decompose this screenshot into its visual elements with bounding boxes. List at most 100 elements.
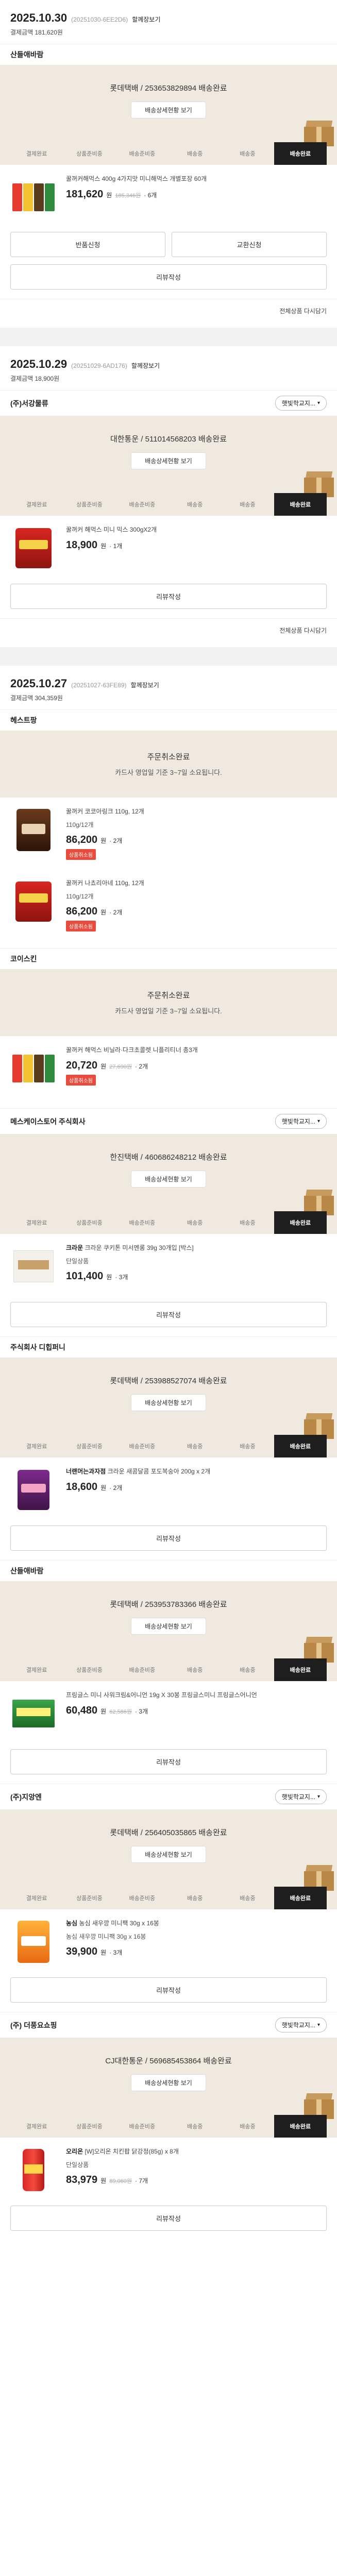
product-image[interactable] [10, 1690, 57, 1737]
order-item[interactable]: 오리온 [W]오리온 치킨팝 닭강정(85g) x 8개 단일상품 83,979 원 8… [0, 2138, 337, 2202]
product-image[interactable] [10, 1045, 57, 1092]
order-item[interactable]: 꿀꺼커 해먹스 미니 믹스 300gX2개 18,900 원 · 1개 [0, 516, 337, 581]
share-chip[interactable]: 햇빛학교지... ▾ [275, 1789, 327, 1804]
product-image[interactable] [10, 174, 57, 221]
track-delivery-button[interactable]: 배송상세현황 보기 [131, 1846, 206, 1863]
item-name[interactable]: 꿀꺼커 코코아링크 110g, 12개 [66, 807, 327, 816]
order-item[interactable]: 농심 농심 새우깡 미니팩 30g x 16봉농심 새우깡 미니팩 30g x … [0, 1909, 337, 1974]
track-delivery-button[interactable]: 배송상세현황 보기 [131, 452, 206, 469]
write-review-button[interactable]: 리뷰작성 [10, 584, 327, 609]
order-detail-link[interactable]: 할께장보기 [131, 681, 159, 689]
item-info: 꿀꺼커해먹스 400g 4가지맛 미니해먹스 개별포장 60개 181,620 원 1… [66, 174, 327, 221]
product-image[interactable] [10, 1467, 57, 1513]
order-detail-link[interactable]: 할께장보기 [131, 361, 160, 370]
currency-unit: 원 [100, 1708, 107, 1715]
item-name[interactable]: 오리온 [W]오리온 치킨팝 닭강정(85g) x 8개 [66, 2147, 327, 2156]
reorder-all-link[interactable]: 전체상품 다시담기 [0, 299, 337, 328]
share-chip[interactable]: 햇빛학교지... ▾ [275, 2018, 327, 2032]
product-image[interactable] [10, 807, 57, 853]
item-name[interactable]: 꿀꺼커 해먹스 미니 믹스 300gX2개 [66, 525, 327, 534]
action-button-row: 반품신청 교환신청 [0, 230, 337, 261]
shipping-step: 상품준비중 [76, 1444, 103, 1450]
item-title: 꿀꺼커해먹스 400g 4가지맛 미니해먹스 개별포장 60개 [66, 175, 207, 182]
order-history-page: 2025.10.30 (20251030-6EE2D6) 할께장보기 결제금액 181… [0, 0, 337, 2231]
product-image[interactable] [10, 1243, 57, 1290]
order-item[interactable]: 꿀꺼커 코코아링크 110g, 12개 110g/12개 86,200 원 · 2개 상품… [0, 798, 337, 869]
currency-unit: 원 [106, 1274, 112, 1281]
product-image[interactable] [10, 878, 57, 925]
order-item[interactable]: 크라운 크라운 쿠키톤 미서멘롱 39g 30개입 [박스] 단일상품 101,40… [0, 1234, 337, 1299]
order-item[interactable]: 꿀꺼커해먹스 400g 4가지맛 미니해먹스 개별포장 60개 181,620 원 1… [0, 165, 337, 230]
item-name[interactable]: 꿀꺼커해먹스 400g 4가지맛 미니해먹스 개별포장 60개 [66, 174, 327, 183]
seller-row: 메스케이스토어 주식회사 햇빛학교지... ▾ [0, 1108, 337, 1134]
item-option: 110g/12개 [66, 821, 94, 828]
item-title: 꿀꺼커 나쵸리아네 110g, 12개 [66, 879, 144, 887]
seller-name[interactable]: 메스케이스토어 주식회사 [10, 1116, 86, 1127]
share-chip[interactable]: 햇빛학교지... ▾ [275, 1114, 327, 1129]
share-chip[interactable]: 햇빛학교지... ▾ [275, 396, 327, 411]
price-line: 86,200 원 · 2개 [66, 906, 327, 918]
seller-row: 코이스킨 [0, 948, 337, 969]
write-review-button[interactable]: 리뷰작성 [10, 1977, 327, 2003]
shipping-step: 배송중 [187, 1667, 203, 1673]
item-name[interactable]: 꿀꺼커 해먹스 비닐라·다크초콜렛 니플리티너 총3개 [66, 1045, 327, 1055]
product-image[interactable] [10, 1919, 57, 1965]
item-price: 86,200 [66, 834, 98, 845]
shipping-steps: 결제완료 상품준비중 배송준비중 배송중 배송중 배송완료 [10, 1658, 327, 1681]
shipping-step: 배송완료 [274, 1211, 327, 1234]
item-title: 크라운 쿠키톤 미서멘롱 39g 30개입 [박스] [85, 1244, 194, 1251]
track-delivery-button[interactable]: 배송상세현황 보기 [131, 101, 206, 118]
shipping-status: 주문취소완료 [147, 991, 190, 1000]
shipping-step: 결제완료 [26, 2124, 47, 2130]
order-date-line: 2025.10.30 (20251030-6EE2D6) 할께장보기 [10, 11, 327, 25]
return-request-button[interactable]: 반품신청 [10, 232, 165, 257]
shipping-step: 배송중 [187, 502, 203, 508]
order-item[interactable]: 너랜머는과자점 크라운 새콤달콤 포도복숭아 200g x 2개 18,600 원 ·… [0, 1458, 337, 1522]
order-item[interactable]: 꿀꺼커 나쵸리아네 110g, 12개 110g/12개 86,200 원 · 2개 상품… [0, 869, 337, 941]
seller-name[interactable]: 주식회사 디힙퍼니 [10, 1342, 65, 1352]
shipping-step: 배송중 [240, 1444, 256, 1450]
write-review-button[interactable]: 리뷰작성 [10, 264, 327, 290]
item-option: 농심 새우깡 미니팩 30g x 16봉 [66, 1933, 146, 1940]
item-name[interactable]: 꿀꺼커 나쵸리아네 110g, 12개 [66, 878, 327, 888]
track-delivery-button[interactable]: 배송상세현황 보기 [131, 1618, 206, 1635]
track-delivery-button[interactable]: 배송상세현황 보기 [131, 1171, 206, 1188]
cancel-badge: 상품취소됨 [66, 1075, 96, 1086]
seller-name[interactable]: (주) 더풍요쇼핑 [10, 2020, 57, 2030]
order-item[interactable]: 프링글스 미니 사워크림&어니언 19g X 30봉 프링글스미니 프링글스어니… [0, 1681, 337, 1746]
seller-name[interactable]: 헤스트팡 [10, 715, 37, 725]
write-review-button[interactable]: 리뷰작성 [10, 1749, 327, 1774]
seller-name[interactable]: (주)서강물류 [10, 398, 48, 409]
write-review-button[interactable]: 리뷰작성 [10, 1302, 327, 1327]
exchange-request-button[interactable]: 교환신청 [172, 232, 327, 257]
item-name[interactable]: 프링글스 미니 사워크림&어니언 19g X 30봉 프링글스미니 프링글스어니… [66, 1690, 327, 1700]
currency-unit: 원 [100, 1484, 107, 1492]
chevron-down-icon: ▾ [317, 400, 320, 406]
track-delivery-button[interactable]: 배송상세현황 보기 [131, 2074, 206, 2091]
seller-name[interactable]: 산들애바람 [10, 49, 43, 60]
item-info: 꿀꺼커 해먹스 미니 믹스 300gX2개 18,900 원 · 1개 [66, 525, 327, 571]
price-line: 181,620 원 185,346원 · 6개 [66, 189, 327, 200]
item-title: 꿀꺼커 코코아링크 110g, 12개 [66, 808, 144, 815]
item-quantity-value: 2개 [113, 909, 123, 916]
reorder-all-link[interactable]: 전체상품 다시담기 [0, 618, 337, 647]
item-info: 프링글스 미니 사워크림&어니언 19g X 30봉 프링글스미니 프링글스어니… [66, 1690, 327, 1737]
shipping-status: 롯데택배 / 256405035865 배송완료 [110, 1828, 227, 1837]
track-delivery-button[interactable]: 배송상세현황 보기 [131, 1394, 206, 1411]
item-name[interactable]: 농심 농심 새우깡 미니팩 30g x 16봉 [66, 1919, 327, 1928]
shipping-step: 배송준비중 [129, 1444, 156, 1450]
order-item[interactable]: 꿀꺼커 해먹스 비닐라·다크초콜렛 니플리티너 총3개 20,720 원 27,690… [0, 1036, 337, 1101]
item-quantity: · 2개 [109, 909, 123, 916]
write-review-button[interactable]: 리뷰작성 [10, 2206, 327, 2231]
item-name[interactable]: 너랜머는과자점 크라운 새콤달콤 포도복숭아 200g x 2개 [66, 1467, 327, 1476]
seller-name[interactable]: (주)지앙엔 [10, 1792, 42, 1802]
price-line: 83,979 원 89,060원 · 7개 [66, 2174, 327, 2186]
order-detail-link[interactable]: 할께장보기 [132, 15, 160, 24]
product-image[interactable] [10, 2147, 57, 2193]
write-review-button[interactable]: 리뷰작성 [10, 1526, 327, 1551]
item-name[interactable]: 크라운 크라운 쿠키톤 미서멘롱 39g 30개입 [박스] [66, 1243, 327, 1252]
seller-name[interactable]: 코이스킨 [10, 954, 37, 964]
seller-name[interactable]: 산들애바람 [10, 1566, 43, 1576]
product-image[interactable] [10, 525, 57, 571]
